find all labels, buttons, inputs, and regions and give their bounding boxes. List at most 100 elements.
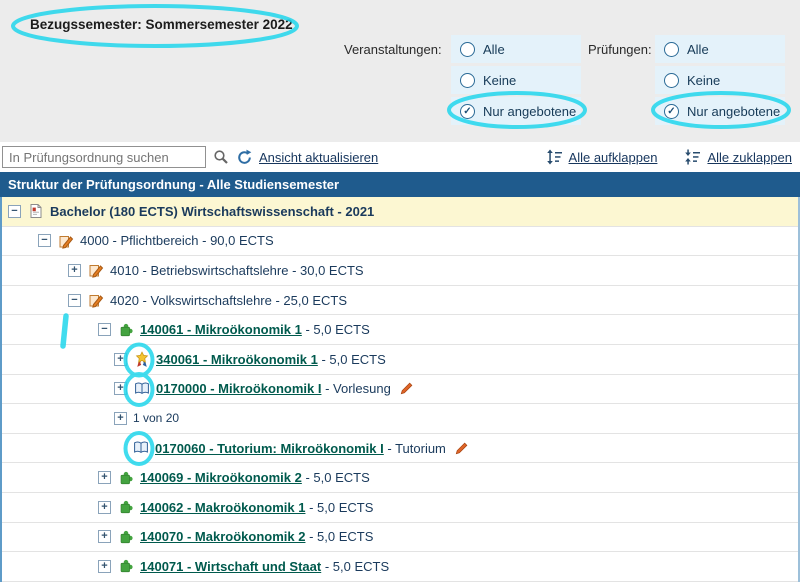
indent-spacer	[2, 240, 38, 241]
veranstaltungen-option-alle[interactable]: Alle	[451, 35, 581, 63]
expander-toggle[interactable]: −	[68, 294, 81, 307]
expander-toggle[interactable]: +	[114, 353, 127, 366]
tree-header-bar: Struktur der Prüfungsordnung - Alle Stud…	[0, 172, 800, 197]
indent-spacer	[2, 418, 114, 419]
tree-text: - 5,0 ECTS	[318, 352, 386, 367]
indent-spacer	[2, 566, 98, 567]
search-icon[interactable]	[213, 149, 229, 165]
tree-text: 4010 - Betriebswirtschaftslehre - 30,0 E…	[110, 263, 364, 278]
pruefungen-option-alle[interactable]: Alle	[655, 35, 785, 63]
radio-icon[interactable]	[664, 42, 679, 57]
expander-toggle[interactable]: +	[98, 501, 111, 514]
tree-row: − 140061 - Mikroökonomik 1 - 5,0 ECTS	[2, 315, 798, 345]
bezugssemester-label: Bezugssemester: Sommersemester 2022	[30, 17, 293, 32]
module-icon	[117, 321, 134, 338]
tree-row: − Bachelor (180 ECTS) Wirtschaftswissens…	[2, 197, 798, 227]
tree-link[interactable]: 0170000 - Mikroökonomik I	[156, 381, 321, 396]
tree-row: + 340061 - Mikroökonomik 1 - 5,0 ECTS	[2, 345, 798, 375]
tree-row: − 4020 - Volkswirtschaftslehre - 25,0 EC…	[2, 286, 798, 316]
indent-spacer	[2, 359, 114, 360]
refresh-icon[interactable]	[236, 149, 253, 166]
indent-spacer	[2, 448, 132, 449]
toolbar-right: Alle aufklappen Alle zuklappen	[539, 149, 792, 165]
tree-row: + 140070 - Makroökonomik 2 - 5,0 ECTS	[2, 523, 798, 553]
indent-spacer	[2, 388, 114, 389]
tree-link[interactable]: 0170060 - Tutorium: Mikroökonomik I	[155, 441, 384, 456]
radio-icon[interactable]	[460, 73, 475, 88]
radio-label: Nur angebotene	[483, 104, 576, 119]
tree-row: + 140069 - Mikroökonomik 2 - 5,0 ECTS	[2, 463, 798, 493]
konto-icon	[87, 262, 104, 279]
radio-icon[interactable]	[460, 104, 475, 119]
tree-link[interactable]: 140069 - Mikroökonomik 2	[140, 470, 302, 485]
veranstaltungen-option-keine[interactable]: Keine	[451, 66, 581, 94]
collapse-all-icon[interactable]	[684, 149, 701, 165]
expander-toggle[interactable]: +	[68, 264, 81, 277]
radio-label: Alle	[483, 42, 505, 57]
exam-structure-tree: − Bachelor (180 ECTS) Wirtschaftswissens…	[0, 197, 800, 582]
tree-text: - Tutorium	[384, 441, 446, 456]
expander-toggle[interactable]: +	[114, 412, 127, 425]
module-icon	[117, 499, 134, 516]
exam-medal-icon	[133, 351, 150, 368]
expander-toggle[interactable]: −	[38, 234, 51, 247]
veranstaltungen-label: Veranstaltungen:	[344, 42, 442, 57]
expand-all-icon[interactable]	[546, 149, 563, 165]
expander-toggle[interactable]: +	[98, 471, 111, 484]
course-book-icon	[133, 380, 150, 397]
pruefungen-option-keine[interactable]: Keine	[655, 66, 785, 94]
course-book-icon	[132, 440, 149, 457]
expander-toggle[interactable]: −	[8, 205, 21, 218]
radio-label: Nur angebotene	[687, 104, 780, 119]
radio-label: Keine	[687, 73, 720, 88]
tree-text: - 5,0 ECTS	[302, 470, 370, 485]
tree-link[interactable]: 140070 - Makroökonomik 2	[140, 529, 305, 544]
pruefungen-label: Prüfungen:	[588, 42, 652, 57]
expander-toggle[interactable]: +	[98, 560, 111, 573]
search-input[interactable]	[2, 146, 206, 168]
veranstaltungen-option-nur-angebotene[interactable]: Nur angebotene	[451, 97, 581, 125]
refresh-view-link[interactable]: Ansicht aktualisieren	[259, 150, 378, 165]
module-icon	[117, 528, 134, 545]
tree-text: Bachelor (180 ECTS) Wirtschaftswissensch…	[50, 204, 374, 219]
tree-text: 1 von 20	[133, 411, 179, 425]
indent-spacer	[2, 270, 68, 271]
edit-pencil-icon[interactable]	[399, 381, 414, 396]
expand-all-link[interactable]: Alle aufklappen	[569, 150, 658, 165]
expander-toggle[interactable]: −	[98, 323, 111, 336]
radio-label: Alle	[687, 42, 709, 57]
expander-toggle[interactable]: +	[114, 382, 127, 395]
tree-text: - 5,0 ECTS	[305, 500, 373, 515]
konto-icon	[57, 232, 74, 249]
tree-link[interactable]: 140061 - Mikroökonomik 1	[140, 322, 302, 337]
indent-spacer	[2, 477, 98, 478]
tree-text: - 5,0 ECTS	[305, 529, 373, 544]
edit-pencil-icon[interactable]	[454, 441, 469, 456]
indent-spacer	[2, 507, 98, 508]
filter-panel: Bezugssemester: Sommersemester 2022 Vera…	[0, 0, 800, 142]
tree-text: 4000 - Pflichtbereich - 90,0 ECTS	[80, 233, 274, 248]
tree-row: + 140071 - Wirtschaft und Staat - 5,0 EC…	[2, 552, 798, 582]
radio-icon[interactable]	[664, 104, 679, 119]
tree-row: 0170060 - Tutorium: Mikroökonomik I - Tu…	[2, 434, 798, 464]
expander-toggle[interactable]: +	[98, 530, 111, 543]
veranstaltungen-radio-group: Alle Keine Nur angebotene	[451, 35, 581, 128]
tree-row: + 0170000 - Mikroökonomik I - Vorlesung	[2, 375, 798, 405]
radio-label: Keine	[483, 73, 516, 88]
tree-text: - 5,0 ECTS	[302, 322, 370, 337]
pruefungen-option-nur-angebotene[interactable]: Nur angebotene	[655, 97, 785, 125]
radio-icon[interactable]	[460, 42, 475, 57]
radio-icon[interactable]	[664, 73, 679, 88]
tree-text: - 5,0 ECTS	[321, 559, 389, 574]
tree-text: - Vorlesung	[321, 381, 390, 396]
module-icon	[117, 558, 134, 575]
toolbar: Ansicht aktualisieren Alle aufklappen Al…	[0, 142, 800, 172]
tree-row: − 4000 - Pflichtbereich - 90,0 ECTS	[2, 227, 798, 257]
tree-link[interactable]: 140062 - Makroökonomik 1	[140, 500, 305, 515]
konto-icon	[87, 292, 104, 309]
collapse-all-link[interactable]: Alle zuklappen	[707, 150, 792, 165]
tree-link[interactable]: 340061 - Mikroökonomik 1	[156, 352, 318, 367]
indent-spacer	[2, 536, 98, 537]
indent-spacer	[2, 300, 68, 301]
tree-link[interactable]: 140071 - Wirtschaft und Staat	[140, 559, 321, 574]
